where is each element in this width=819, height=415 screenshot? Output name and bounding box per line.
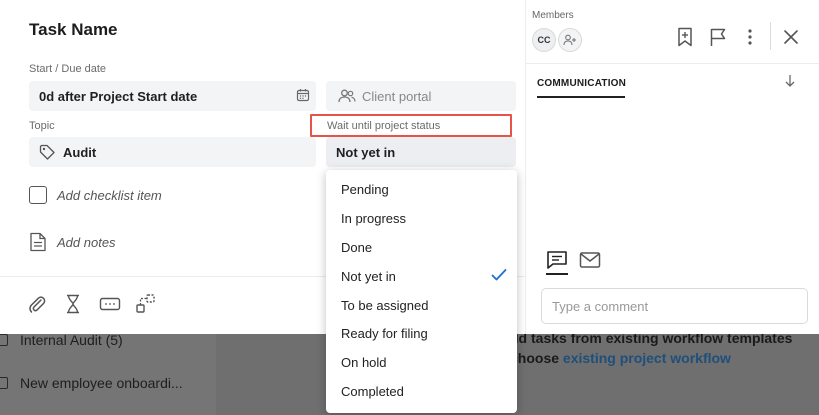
status-dropdown-menu: Pending In progress Done Not yet in To b… (326, 170, 517, 413)
checklist-placeholder[interactable]: Add checklist item (57, 188, 162, 203)
checkbox-icon[interactable] (0, 334, 8, 346)
header-divider (770, 22, 771, 50)
date-value: 0d after Project Start date (39, 88, 198, 104)
status-option-ready-for-filing[interactable]: Ready for filing (326, 319, 517, 347)
topic-field[interactable]: Audit (29, 137, 316, 167)
checkbox-icon[interactable] (0, 377, 8, 389)
check-icon (491, 268, 507, 285)
client-portal-field[interactable]: Client portal (326, 81, 516, 111)
add-member-icon[interactable] (558, 28, 582, 52)
date-label: Start / Due date (29, 63, 107, 75)
users-icon (338, 89, 356, 103)
checkbox-icon[interactable] (29, 186, 47, 204)
empty-state-cta: dd tasks from existing workflow template… (510, 328, 792, 368)
cta-prefix: choose (510, 350, 563, 366)
members-label: Members (532, 10, 574, 21)
avatar[interactable]: CC (532, 28, 556, 52)
status-label-highlight (310, 114, 512, 137)
topic-value: Audit (63, 144, 97, 160)
list-item-label: Internal Audit (5) (20, 332, 123, 348)
client-portal-placeholder: Client portal (362, 88, 432, 104)
existing-workflow-link[interactable]: existing project workflow (563, 350, 731, 366)
tag-icon (39, 144, 55, 160)
date-field[interactable]: 0d after Project Start date (29, 81, 316, 111)
checklist-row[interactable]: Add checklist item (29, 186, 162, 204)
status-option-pending[interactable]: Pending (326, 175, 517, 203)
comment-input[interactable] (541, 288, 808, 324)
tab-communication[interactable]: COMMUNICATION (537, 78, 626, 89)
active-channel-indicator (546, 273, 568, 275)
status-option-completed[interactable]: Completed (326, 377, 517, 405)
task-details-pane: Task Name Start / Due date 0d after Proj… (0, 0, 525, 413)
status-option-not-yet-in[interactable]: Not yet in (326, 262, 517, 290)
list-item[interactable]: New employee onboardi... (0, 372, 183, 394)
chat-icon[interactable] (546, 250, 568, 275)
status-select[interactable]: Not yet in (326, 137, 516, 167)
close-icon[interactable] (780, 26, 802, 48)
flag-icon[interactable] (707, 26, 729, 48)
topic-label: Topic (29, 120, 55, 132)
active-tab-indicator (537, 96, 625, 98)
status-option-on-hold[interactable]: On hold (326, 348, 517, 376)
dependency-icon[interactable] (135, 293, 157, 315)
bookmark-add-icon[interactable] (674, 26, 696, 48)
status-option-to-be-assigned[interactable]: To be assigned (326, 291, 517, 319)
paperclip-icon[interactable] (26, 293, 48, 315)
arrow-down-icon[interactable] (784, 74, 796, 93)
status-option-done[interactable]: Done (326, 233, 517, 261)
notes-placeholder[interactable]: Add notes (57, 235, 116, 250)
task-title[interactable]: Task Name (29, 20, 118, 40)
notes-row[interactable]: Add notes (29, 232, 116, 252)
document-icon (29, 232, 47, 252)
task-modal: Task Name Start / Due date 0d after Proj… (0, 0, 819, 413)
mail-icon[interactable] (579, 251, 601, 274)
input-field-icon[interactable] (99, 293, 121, 315)
status-option-in-progress[interactable]: In progress (326, 204, 517, 232)
more-vertical-icon[interactable] (739, 26, 761, 48)
list-item-label: New employee onboardi... (20, 375, 183, 391)
calendar-icon[interactable] (296, 88, 310, 105)
header-bottom-divider (526, 63, 819, 64)
status-option-label: Not yet in (341, 268, 396, 284)
communication-pane: Members CC COMMUNICATION (525, 0, 819, 334)
status-value: Not yet in (336, 144, 396, 160)
hourglass-icon[interactable] (62, 293, 84, 315)
